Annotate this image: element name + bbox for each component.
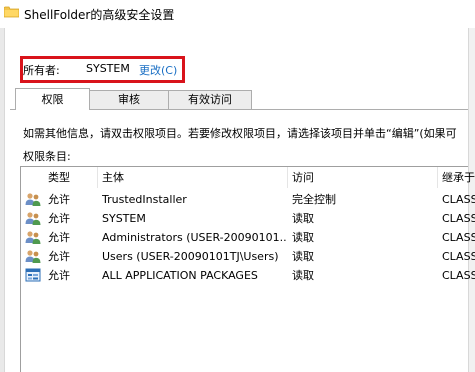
users-icon	[25, 250, 41, 263]
table-row[interactable]: 允许 TrustedInstaller 完全控制 CLASS	[21, 190, 475, 209]
column-header-inherited-from[interactable]: 继承于	[438, 167, 475, 188]
column-header-principal[interactable]: 主体	[98, 167, 288, 188]
title-bar: ShellFolder的高级安全设置	[0, 0, 475, 28]
row-inherited-from: CLASS	[442, 250, 475, 263]
tab-effective-access[interactable]: 有效访问	[168, 90, 252, 109]
table-row[interactable]: 允许 SYSTEM 读取 CLASS	[21, 209, 475, 228]
instructions-text: 如需其他信息，请双击权限项目。若要修改权限项目，请选择该项目并单击“编辑”(如果…	[23, 127, 457, 140]
tab-auditing[interactable]: 审核	[89, 90, 169, 109]
users-icon	[25, 231, 41, 244]
users-icon	[25, 193, 41, 206]
window-title: ShellFolder的高级安全设置	[24, 8, 175, 22]
owner-value: SYSTEM	[86, 62, 130, 75]
owner-label: 所有者:	[23, 64, 60, 77]
app-packages-icon	[25, 268, 41, 282]
row-type: 允许	[48, 212, 70, 225]
row-principal: Users (USER-20090101TJ\Users)	[102, 250, 279, 263]
row-inherited-from: CLASS	[442, 269, 475, 282]
row-access: 读取	[292, 231, 314, 244]
row-principal: ALL APPLICATION PACKAGES	[102, 269, 258, 282]
tab-permissions[interactable]: 权限	[15, 88, 90, 110]
row-type: 允许	[48, 231, 70, 244]
folder-icon	[4, 6, 19, 18]
column-header-access[interactable]: 访问	[288, 167, 438, 188]
users-icon	[25, 212, 41, 225]
table-row[interactable]: 允许 Administrators (USER-20090101... 读取 C…	[21, 228, 475, 247]
row-type: 允许	[48, 269, 70, 282]
row-inherited-from: CLASS	[442, 212, 475, 225]
row-access: 读取	[292, 250, 314, 263]
table-row[interactable]: 允许 ALL APPLICATION PACKAGES 读取 CLASS	[21, 266, 475, 285]
row-access: 完全控制	[292, 193, 336, 206]
row-access: 读取	[292, 212, 314, 225]
column-header-type[interactable]: 类型	[44, 167, 98, 188]
row-type: 允许	[48, 250, 70, 263]
row-principal: SYSTEM	[102, 212, 146, 225]
row-principal: Administrators (USER-20090101...	[102, 231, 287, 244]
row-principal: TrustedInstaller	[102, 193, 187, 206]
row-access: 读取	[292, 269, 314, 282]
permission-entries-label: 权限条目:	[23, 150, 71, 163]
row-inherited-from: CLASS	[442, 193, 475, 206]
row-type: 允许	[48, 193, 70, 206]
permission-entries-list[interactable]: 类型 主体 访问 继承于 允许 TrustedInstaller 完全控制 CL…	[20, 166, 475, 372]
table-row[interactable]: 允许 Users (USER-20090101TJ\Users) 读取 CLAS…	[21, 247, 475, 266]
change-owner-link[interactable]: 更改(C)	[139, 62, 177, 78]
window-left-edge	[0, 28, 5, 372]
row-inherited-from: CLASS	[442, 231, 475, 244]
